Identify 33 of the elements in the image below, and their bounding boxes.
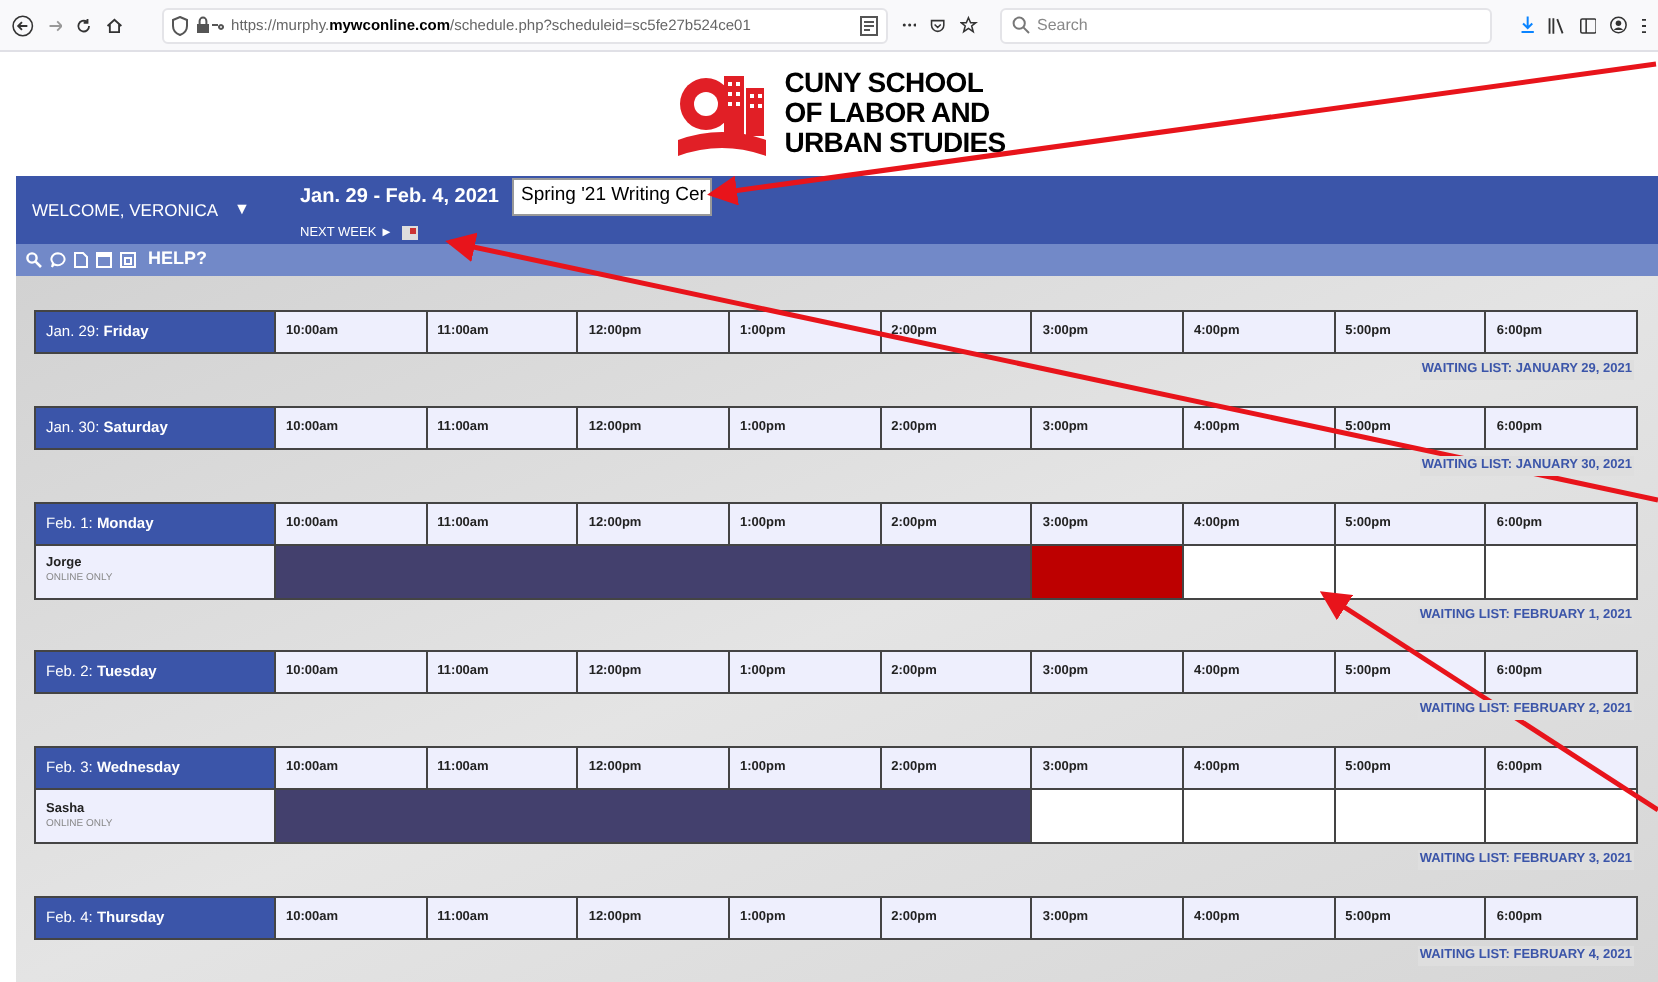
lock-icon bbox=[195, 16, 224, 34]
more-icon[interactable] bbox=[901, 22, 917, 28]
download-icon[interactable] bbox=[1519, 14, 1535, 36]
home-icon[interactable] bbox=[106, 15, 124, 35]
search-placeholder: Search bbox=[1037, 13, 1088, 37]
search-field[interactable]: Search bbox=[999, 7, 1492, 43]
sidebar-icon[interactable] bbox=[1579, 15, 1597, 35]
pocket-icon[interactable] bbox=[930, 15, 947, 35]
reload-icon[interactable] bbox=[76, 15, 93, 35]
shield-icon bbox=[171, 15, 188, 35]
user-menu-caret[interactable]: ▼ bbox=[234, 198, 250, 222]
logo-text: CUNY SCHOOL bbox=[784, 67, 986, 97]
search-icon[interactable] bbox=[26, 252, 42, 268]
star-icon[interactable] bbox=[960, 14, 978, 36]
window-icon[interactable] bbox=[96, 252, 112, 268]
calendar-icon[interactable] bbox=[402, 226, 419, 240]
logo-text: URBAN STUDIES bbox=[784, 127, 1006, 157]
forward-icon[interactable] bbox=[47, 15, 63, 35]
document-icon[interactable] bbox=[74, 252, 88, 268]
library-icon[interactable] bbox=[1548, 15, 1566, 35]
open-slot[interactable] bbox=[1335, 545, 1485, 597]
logo-text: OF LABOR AND bbox=[784, 97, 992, 127]
welcome-text: WELCOME, VERONICA bbox=[32, 197, 219, 223]
account-icon[interactable] bbox=[1610, 14, 1628, 36]
reader-view-icon[interactable] bbox=[859, 15, 878, 35]
back-icon[interactable] bbox=[12, 11, 34, 39]
schedule-dropdown[interactable]: Spring '21 Writing Cer bbox=[511, 177, 711, 216]
calendar-icon[interactable] bbox=[120, 252, 136, 268]
date-range: Jan. 29 - Feb. 4, 2021 bbox=[300, 183, 499, 212]
speech-bubble-icon[interactable] bbox=[50, 252, 66, 268]
help-link[interactable]: HELP? bbox=[148, 246, 208, 274]
search-icon bbox=[1011, 16, 1030, 34]
open-slot[interactable] bbox=[1183, 545, 1334, 597]
